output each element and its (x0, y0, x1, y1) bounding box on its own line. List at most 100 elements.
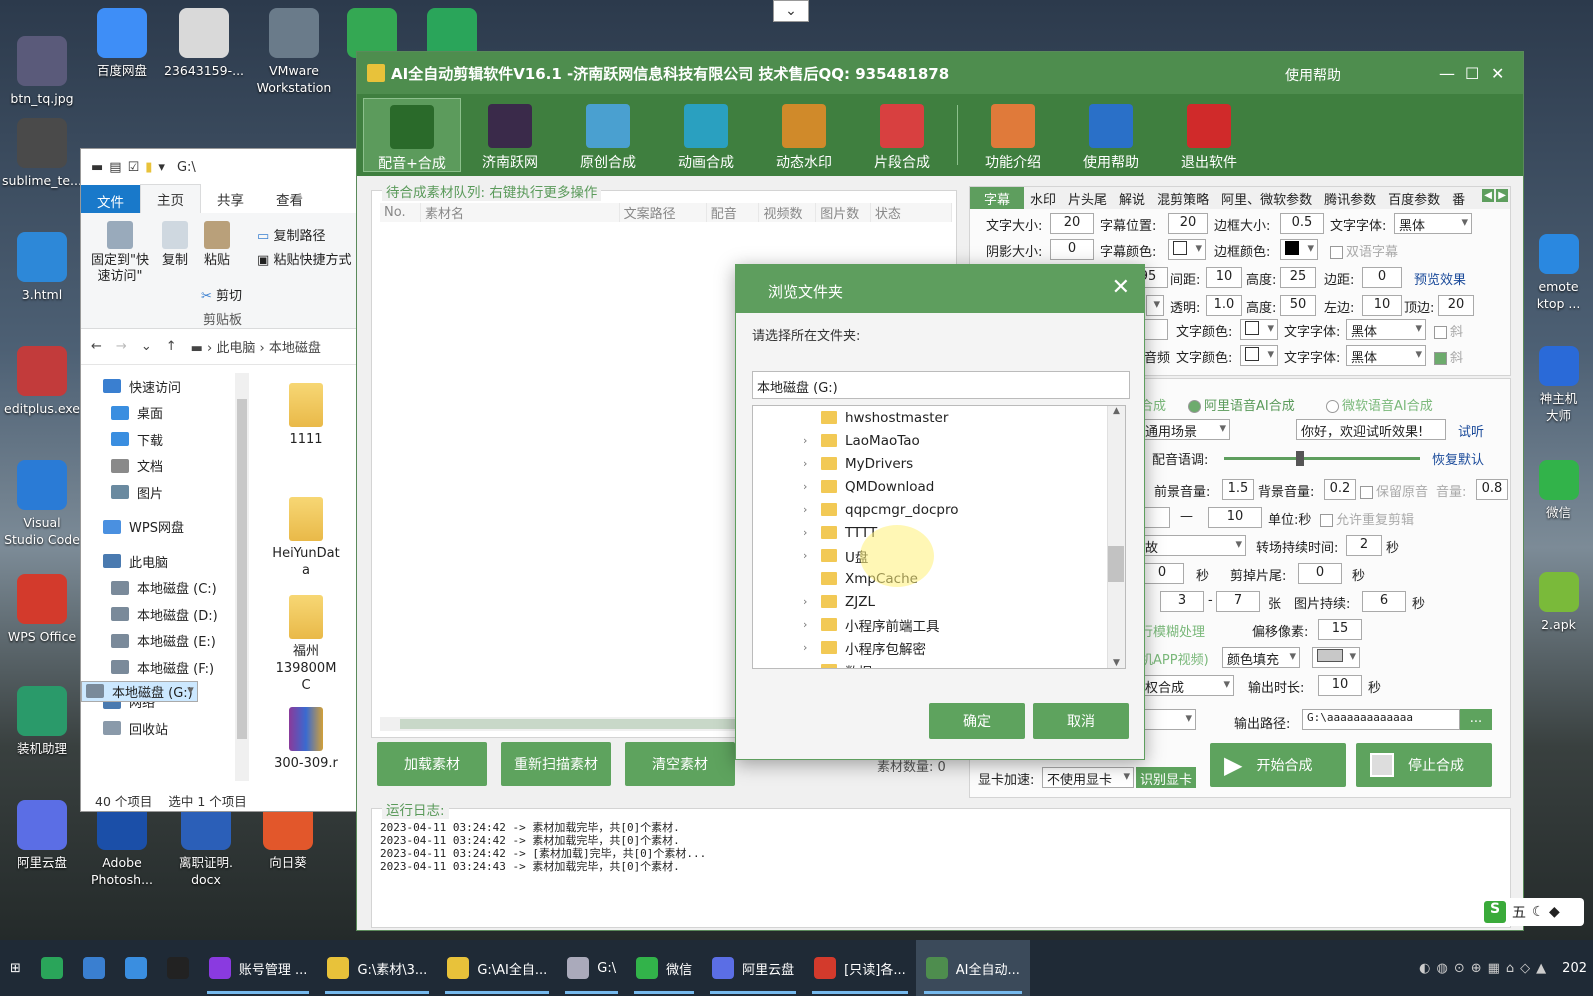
desktop-icon[interactable]: emote ktop ... (1524, 234, 1593, 312)
tree-scroll-thumb[interactable] (1108, 546, 1124, 582)
toolbar-button[interactable]: 退出软件 (1160, 98, 1258, 172)
file-item[interactable]: 300-309.r (261, 707, 351, 772)
forward-icon[interactable]: → (116, 339, 127, 354)
copy-button[interactable]: 复制 (155, 221, 195, 269)
nav-item[interactable]: 此电脑 (81, 548, 251, 575)
tab-scroll-left-icon[interactable]: ◀ (1482, 189, 1494, 202)
pin-quick-access-button[interactable]: 固定到"快 速访问" (85, 221, 155, 285)
taskbar-item[interactable]: AI全自动... (915, 940, 1030, 996)
taskbar-item[interactable] (115, 940, 157, 996)
image-duration-input[interactable]: 6 (1362, 591, 1406, 612)
settings-tab[interactable]: 混剪策略 (1151, 187, 1215, 209)
font-family-select[interactable]: 黑体 (1394, 213, 1472, 234)
image-max-input[interactable]: 7 (1216, 591, 1260, 612)
folder-tree-item[interactable]: › qqpcmgr_docpro (753, 498, 1125, 521)
browse-path-button[interactable]: ... (1460, 709, 1492, 730)
gpu-select[interactable]: 不使用显卡 (1042, 767, 1134, 788)
blur-option[interactable]: 行模糊处理 (1140, 621, 1205, 640)
taskbar-item[interactable]: 阿里云盘 (702, 940, 804, 996)
toolbar-button[interactable]: 动态水印 (755, 98, 853, 172)
settings-tab[interactable]: 百度参数 (1382, 187, 1446, 209)
desktop-icon[interactable]: 离职证明. docx (164, 800, 248, 888)
stop-merge-button[interactable]: 停止合成 (1356, 743, 1492, 787)
expand-arrow-icon[interactable]: › (803, 664, 807, 668)
paste-shortcut-button[interactable]: ▣ 粘贴快捷方式 (257, 249, 351, 268)
desktop-icon[interactable]: 阿里云盘 (0, 800, 84, 871)
rescan-material-button[interactable]: 重新扫描素材 (501, 742, 611, 786)
transition-select[interactable]: 故 (1140, 535, 1246, 556)
range-end-input[interactable]: 10 (1208, 507, 1262, 528)
ok-button[interactable]: 确定 (929, 703, 1025, 739)
desktop-icon[interactable]: editplus.exe (0, 346, 84, 417)
desktop-icon[interactable]: 装机助理 (0, 686, 84, 757)
maximize-icon[interactable]: ☐ (1465, 64, 1479, 83)
reset-default-link[interactable]: 恢复默认 (1432, 449, 1484, 468)
alpha-input[interactable]: 1.0 (1206, 295, 1242, 316)
top-input[interactable]: 20 (1438, 295, 1474, 316)
toolbar-button[interactable]: 原创合成 (559, 98, 657, 172)
settings-tab[interactable]: 阿里、微软参数 (1215, 187, 1318, 209)
cancel-button[interactable]: 取消 (1033, 703, 1129, 739)
folder-tree[interactable]: hwshostmaster › LaoMaoTao › MyDrivers › QMDown… (752, 405, 1126, 669)
taskbar-item[interactable]: G:\ (557, 940, 626, 996)
offset-input[interactable]: 15 (1318, 619, 1362, 640)
taskbar-item[interactable] (157, 940, 199, 996)
start-button[interactable]: ⊞ (0, 940, 31, 996)
nav-item[interactable]: 桌面 (81, 400, 251, 427)
up-icon[interactable]: ↑ (166, 339, 177, 354)
shadow-size-input[interactable]: 0 (1050, 239, 1094, 260)
column-header[interactable]: 文案路径 (619, 203, 707, 222)
folder-tree-item[interactable]: hwshostmaster (753, 406, 1125, 429)
settings-tab[interactable]: 腾讯参数 (1318, 187, 1382, 209)
italic-checkbox[interactable]: 斜 (1434, 321, 1463, 340)
watermark-select[interactable] (1146, 295, 1164, 316)
text-font2-select[interactable]: 黑体 (1346, 345, 1426, 366)
folder-tree-item[interactable]: ›数据 (753, 659, 1125, 668)
nav-item[interactable]: 文档 (81, 453, 251, 480)
volume-input[interactable]: 0.8 (1476, 479, 1508, 500)
test-text-input[interactable]: 你好，欢迎试听效果! (1296, 419, 1446, 440)
expand-arrow-icon[interactable]: › (803, 434, 807, 447)
app-video-option[interactable]: 机APP视频) (1140, 649, 1209, 668)
close-icon[interactable]: ✕ (1491, 64, 1504, 83)
help-link[interactable]: 使用帮助 (1285, 65, 1341, 85)
column-header[interactable]: No. (380, 203, 422, 222)
keep-original-checkbox[interactable]: 保留原音 (1360, 481, 1428, 500)
merge-mode-select[interactable]: 权合成 (1140, 675, 1234, 696)
column-header[interactable]: 图片数 (815, 203, 871, 222)
desktop-icon[interactable]: 百度网盘 (80, 8, 164, 79)
tab-file[interactable]: 文件 (81, 185, 140, 213)
column-header[interactable]: 配音 (706, 203, 760, 222)
output-duration-input[interactable]: 10 (1318, 675, 1362, 696)
tab-view[interactable]: 查看 (260, 185, 319, 213)
fill-mode-select[interactable]: 颜色填充 (1222, 647, 1300, 668)
text-font-select[interactable]: 黑体 (1346, 319, 1426, 340)
desktop-icon[interactable]: 微信 (1524, 460, 1593, 521)
column-header[interactable]: 状态 (870, 203, 953, 222)
fg-volume-input[interactable]: 1.5 (1222, 479, 1254, 500)
file-item[interactable]: 福州 139800M C (261, 595, 351, 694)
folder-tree-item[interactable]: › QMDownload (753, 475, 1125, 498)
folder-tree-item[interactable]: XmpCache (753, 567, 1125, 590)
file-item[interactable]: HeiYunDat a (261, 497, 351, 579)
folder-tree-item[interactable]: › 小程序包解密 (753, 636, 1125, 659)
cut-button[interactable]: ✂ 剪切 (201, 285, 242, 304)
voice-option-ali[interactable]: 阿里语音AI合成 (1188, 395, 1295, 414)
desktop-icon[interactable]: 2.apk (1524, 572, 1593, 633)
text-color-picker[interactable] (1240, 319, 1278, 340)
tray-icons[interactable]: ◐◍⊙⊕▦⌂◇▲ (1419, 961, 1552, 976)
nav-item[interactable]: 本地磁盘 (G:) (81, 680, 198, 702)
ime-indicator[interactable]: S 五 ☾ ◆ (1480, 898, 1584, 926)
height2-input[interactable]: 50 (1280, 295, 1316, 316)
load-material-button[interactable]: 加载素材 (377, 742, 487, 786)
desktop-icon[interactable]: 神主机 大师 (1524, 346, 1593, 424)
desktop-icon[interactable]: 23643159-... (162, 8, 246, 79)
expand-arrow-icon[interactable]: › (803, 595, 807, 608)
settings-tab[interactable]: 字幕 (970, 187, 1025, 209)
cut-head-input[interactable]: 0 (1140, 563, 1184, 584)
desktop-icon[interactable]: 3.html (0, 232, 84, 303)
desktop-icon[interactable]: btn_tq.jpg (0, 36, 84, 107)
output-path-input[interactable]: G:\aaaaaaaaaaaaa (1302, 709, 1460, 730)
nav-item[interactable]: 本地磁盘 (D:) (81, 601, 251, 628)
file-item[interactable]: 1111 (261, 383, 351, 448)
